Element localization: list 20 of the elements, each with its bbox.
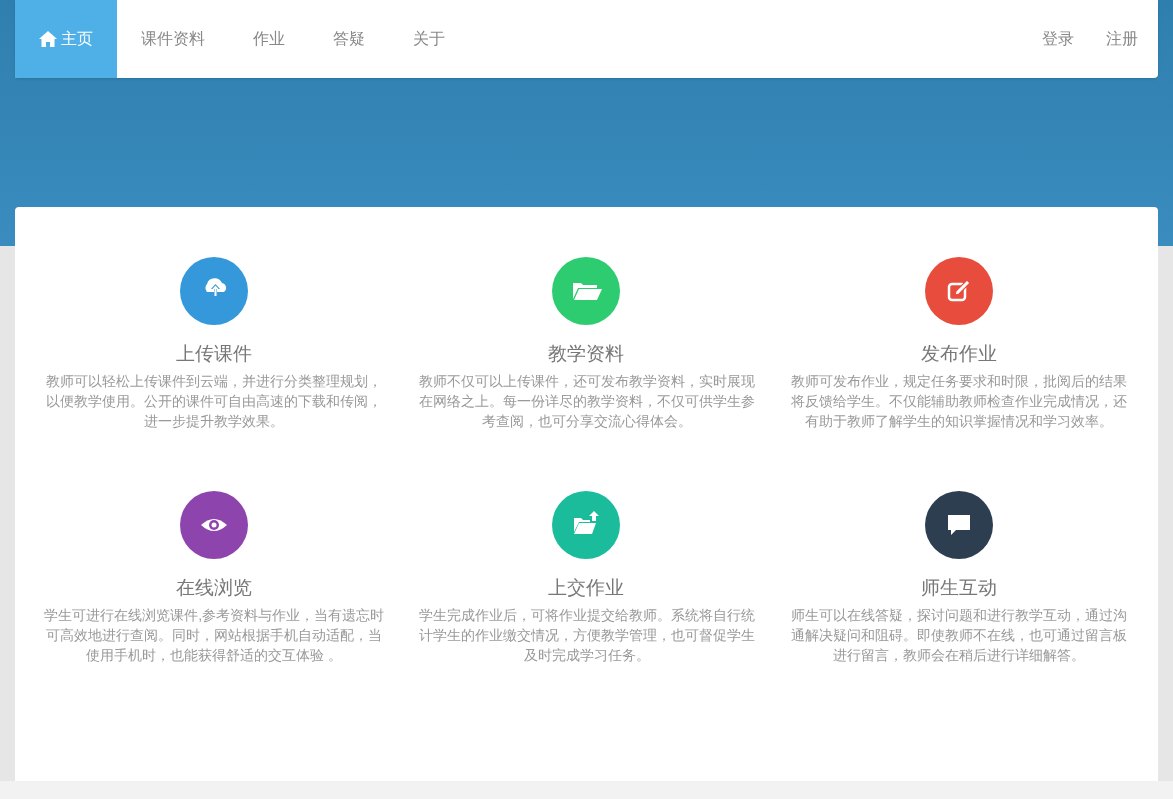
feature-description: 教师不仅可以上传课件，还可发布教学资料，实时展现在网络之上。每一份详尽的教学资料，不仅可供学生参考查阅，也可分享交流心得体会。 xyxy=(417,372,756,431)
account-link[interactable]: 登录 xyxy=(1026,0,1090,78)
nav-tab[interactable]: 主页 xyxy=(15,0,117,78)
feature-title: 教学资料 xyxy=(548,342,625,366)
feature-title: 在线浏览 xyxy=(176,576,253,600)
feature-title: 上传课件 xyxy=(176,342,253,366)
feature-description: 学生完成作业后，可将作业提交给教师。系统将自行统计学生的作业缴交情况，方便教学管理，也可督促学生及时完成学习任务。 xyxy=(417,606,756,665)
feature-description: 教师可发布作业，规定任务要求和时限，批阅后的结果将反馈给学生。不仅能辅助教师检查作业完成情况，还有助于教师了解学生的知识掌握情况和学习效率。 xyxy=(789,372,1128,431)
nav-tab[interactable]: 答疑 xyxy=(309,0,389,78)
feature-title: 发布作业 xyxy=(920,342,997,366)
nav-tab[interactable]: 关于 xyxy=(389,0,469,78)
account-link[interactable]: 注册 xyxy=(1090,0,1154,78)
nav-tab[interactable]: 作业 xyxy=(229,0,309,78)
nav-tab[interactable]: 课件资料 xyxy=(117,0,229,78)
feature-title: 师生互动 xyxy=(920,576,997,600)
feature-description: 师生可以在线答疑，探讨问题和进行教学互动，通过沟通解决疑问和阻碍。即使教师不在线，也可通过留言板进行留言，教师会在稍后进行详细解答。 xyxy=(789,606,1128,665)
feature-description: 教师可以轻松上传课件到云端，并进行分类整理规划，以便教学使用。公开的课件可自由高速的下载和传阅，进一步提升教学效果。 xyxy=(45,372,384,431)
feature-description: 学生可进行在线浏览课件,参考资料与作业，当有遗忘时可高效地进行查阅。同时，网站根据手机自动适配，当使用手机时，也能获得舒适的交互体验 。 xyxy=(43,606,386,665)
home-icon xyxy=(39,31,57,47)
feature-title: 上交作业 xyxy=(548,576,625,600)
